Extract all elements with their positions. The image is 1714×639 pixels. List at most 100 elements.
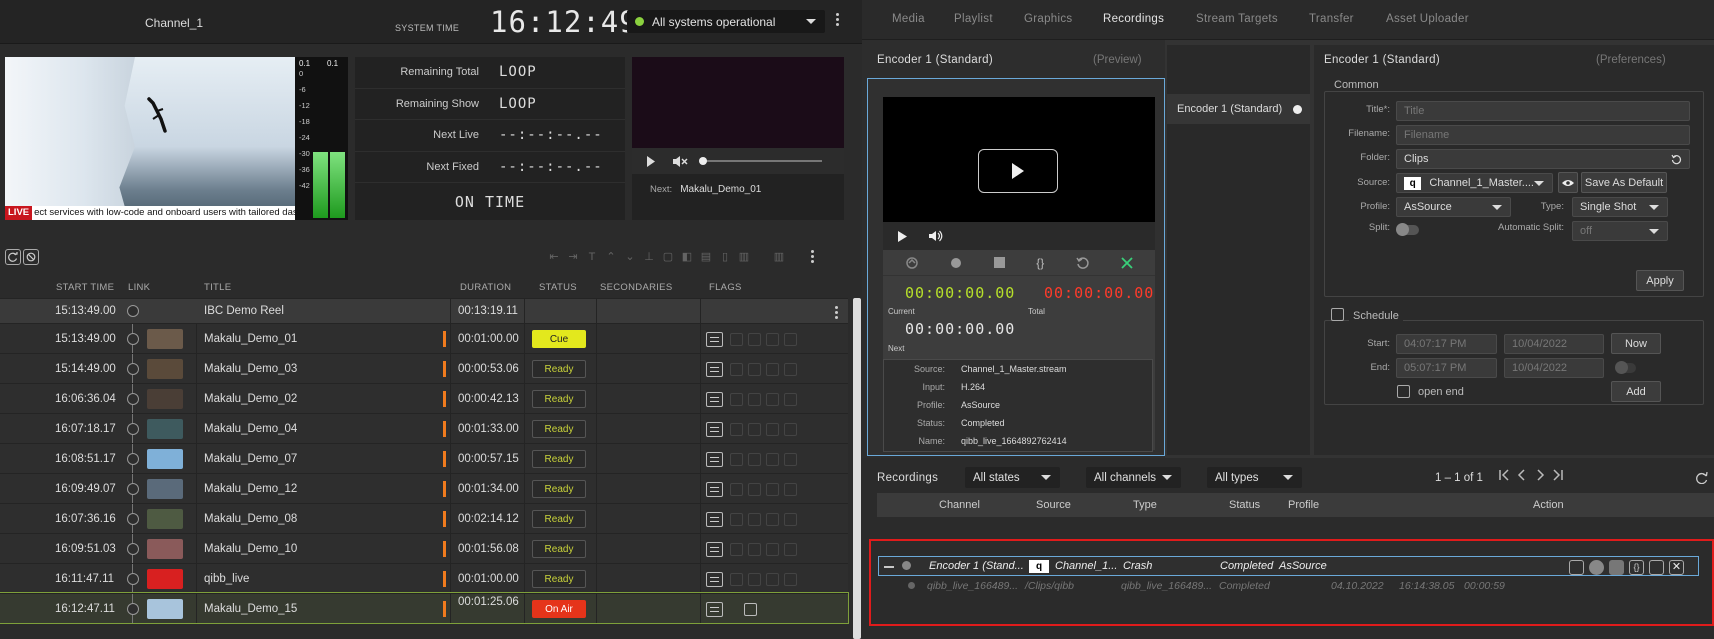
playlist-row[interactable]: 16:07:36.16 Makalu_Demo_08 00:02:14.12 Read… [0,503,848,533]
col-title[interactable]: TITLE [204,282,231,293]
playlist-row[interactable]: 16:07:18.17 Makalu_Demo_04 00:01:33.00 Read… [0,413,848,443]
flag-text-icon[interactable] [706,512,723,527]
copy-icon[interactable]: ▯ [720,249,730,265]
collapse-icon[interactable] [127,305,139,317]
encoder-list-item[interactable]: Encoder 1 (Standard) [1167,94,1310,124]
tab-recordings[interactable]: Recordings [1103,13,1164,25]
state-filter[interactable]: All states [965,467,1060,488]
recording-row[interactable]: Encoder 1 (Stand... q Channel_1... Crash… [878,556,1699,576]
link-icon[interactable] [127,423,139,435]
end-time-input[interactable]: 05:07:17 PM [1396,358,1497,378]
system-status-dropdown[interactable]: All systems operational [627,10,825,33]
col-profile[interactable]: Profile [1288,499,1319,511]
col-duration[interactable]: DURATION [460,282,511,293]
save-as-default-button[interactable]: Save As Default [1581,172,1667,193]
tab-asset-uploader[interactable]: Asset Uploader [1386,13,1469,25]
flag-text-icon[interactable] [706,362,723,377]
playlist-row[interactable]: 16:09:49.07 Makalu_Demo_12 00:01:34.00 Read… [0,473,848,503]
flag-text-icon[interactable] [706,392,723,407]
source-select[interactable]: q Channel_1_Master.... [1396,173,1553,193]
open-end-checkbox[interactable] [1397,385,1410,398]
close-icon[interactable] [1121,256,1133,269]
link-icon[interactable] [127,513,139,525]
link-icon[interactable] [127,543,139,555]
col-start-time[interactable]: START TIME [56,282,114,293]
next-page-icon[interactable] [1534,469,1546,481]
col-action[interactable]: Action [1533,499,1564,511]
add-button[interactable]: Add [1611,381,1661,402]
flag-text-icon[interactable] [706,332,723,347]
volume-icon[interactable] [929,230,943,242]
playlist-row[interactable]: 16:11:47.11 qibb_live 00:01:00.00 Ready [0,563,848,593]
reset-icon[interactable] [1671,154,1682,165]
big-play-button[interactable] [978,149,1058,193]
col-status[interactable]: Status [1229,499,1260,511]
col-status[interactable]: STATUS [539,282,577,293]
filename-input[interactable]: Filename [1396,125,1690,145]
preview-source-button[interactable] [1558,172,1578,193]
col-source[interactable]: Source [1036,499,1071,511]
tab-stream-targets[interactable]: Stream Targets [1196,13,1278,25]
now-button[interactable]: Now [1611,333,1661,354]
trash-icon[interactable]: ▥ [739,249,749,265]
metadata-icon[interactable]: {} [1629,560,1644,575]
flag-text-icon[interactable] [706,572,723,587]
prev-page-icon[interactable] [1516,469,1528,481]
profile-select[interactable]: AsSource [1396,197,1511,217]
snapshot-icon[interactable] [905,256,919,270]
tool-icon[interactable]: ⇤ [549,249,559,265]
col-link[interactable]: LINK [128,282,150,293]
link-icon[interactable] [127,333,139,345]
channel-menu-icon[interactable] [836,13,840,26]
metadata-icon[interactable]: {} [1036,256,1044,270]
play-icon[interactable] [898,230,907,242]
flag-text-icon[interactable] [706,542,723,557]
flag-text-icon[interactable] [706,422,723,437]
title-input[interactable]: Title [1396,101,1690,121]
playlist-row[interactable]: 15:13:49.00 Makalu_Demo_01 00:01:00.00 Cue [0,323,848,353]
col-channel[interactable]: Channel [939,499,980,511]
link-icon[interactable] [127,573,139,585]
close-icon[interactable]: ✕ [1669,560,1684,575]
playlist-scrollbar[interactable] [853,298,861,639]
link-icon[interactable] [127,393,139,405]
playlist-row[interactable]: 16:08:51.17 Makalu_Demo_07 00:00:57.15 Read… [0,443,848,473]
tab-transfer[interactable]: Transfer [1309,13,1354,25]
refresh-icon[interactable] [5,248,21,265]
tool-icon[interactable]: ◧ [682,249,692,265]
stop-icon[interactable] [1609,560,1624,575]
record-icon[interactable] [1589,560,1604,575]
playlist-row[interactable]: 15:14:49.00 Makalu_Demo_03 00:00:53.06 Read… [0,353,848,383]
flag-text-icon[interactable] [706,482,723,497]
refresh-icon[interactable] [1696,472,1708,484]
col-type[interactable]: Type [1133,499,1157,511]
type-select[interactable]: Single Shot [1572,197,1668,217]
folder-input[interactable]: Clips [1396,149,1690,169]
snapshot-icon[interactable] [1569,560,1584,575]
stop-icon[interactable] [993,257,1005,268]
next-player-progress[interactable] [699,157,822,165]
playlist-row[interactable]: 16:12:47.11 Makalu_Demo_15 00:01:25.06 On A… [0,592,849,624]
col-flags[interactable]: FLAGS [709,282,742,293]
recording-subrow[interactable]: qibb_live_166489... /Clips/qibb qibb_liv… [878,577,1699,597]
last-page-icon[interactable] [1552,469,1564,481]
tool-icon[interactable]: ⇥ [568,249,578,265]
link-icon[interactable] [127,603,139,615]
tool-icon[interactable]: ⌃ [606,249,616,265]
channel-filter[interactable]: All channels [1086,467,1181,488]
loop-off-icon[interactable] [23,248,39,265]
reset-icon[interactable] [1649,560,1664,575]
tab-playlist[interactable]: Playlist [954,13,993,25]
delete-icon[interactable]: ▥ [774,249,784,265]
flag-text-icon[interactable] [706,602,723,617]
end-date-input[interactable]: 10/04/2022 [1504,358,1604,378]
lock-icon[interactable]: ▢ [663,249,673,265]
playlist-group-row[interactable]: 15:13:49.00 IBC Demo Reel 00:13:19.11 [0,298,848,323]
start-date-input[interactable]: 10/04/2022 [1504,334,1604,354]
end-toggle[interactable] [1615,361,1636,374]
reset-icon[interactable] [1076,256,1090,270]
secondary-event-icon[interactable] [744,603,757,616]
progress-handle[interactable] [699,157,707,165]
playlist-row[interactable]: 16:06:36.04 Makalu_Demo_02 00:00:42.13 Read… [0,383,848,413]
tab-graphics[interactable]: Graphics [1024,13,1072,25]
